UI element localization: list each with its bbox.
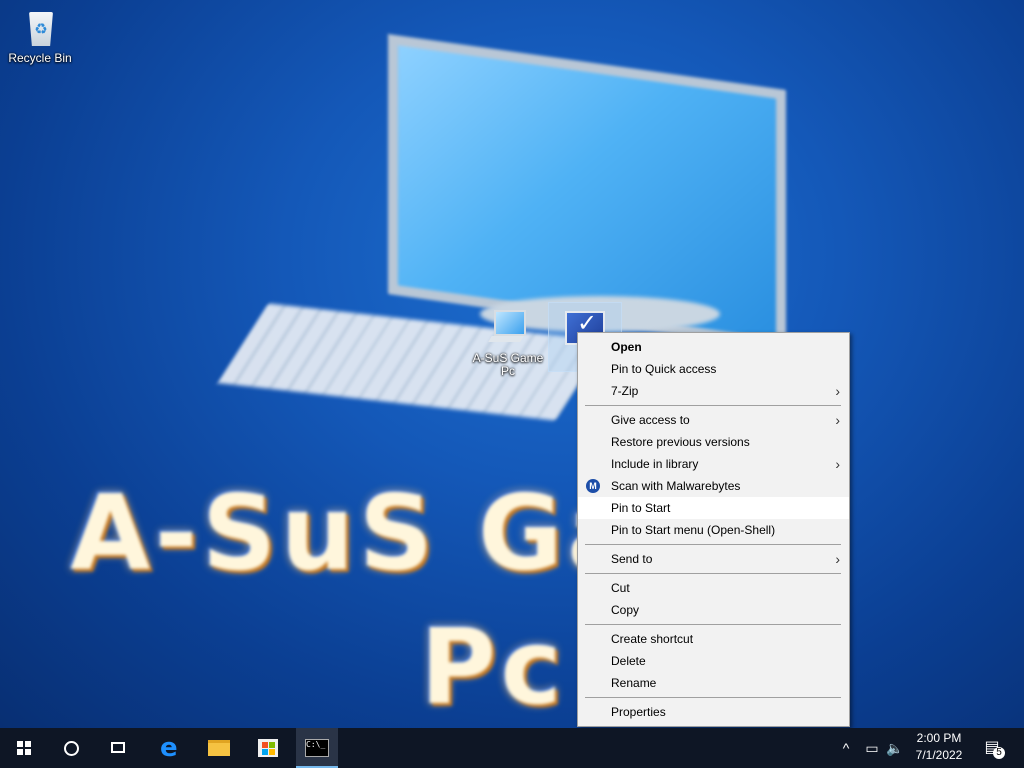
- clock-time: 2:00 PM: [916, 731, 962, 745]
- menu-item-rename[interactable]: Rename: [578, 672, 849, 694]
- edge-icon: e: [160, 733, 178, 763]
- menu-separator: [585, 573, 841, 574]
- menu-item-create-shortcut[interactable]: Create shortcut: [578, 628, 849, 650]
- menu-item-label: Restore previous versions: [611, 435, 750, 449]
- command-prompt-icon: C:\_: [305, 739, 329, 757]
- menu-item-scan-with-malwarebytes[interactable]: M Scan with Malwarebytes: [578, 475, 849, 497]
- volume-icon[interactable]: 🔈: [884, 728, 906, 768]
- menu-separator: [585, 624, 841, 625]
- desktop-icon-label: A-SuS Game Pc: [472, 351, 544, 378]
- menu-item-label: Scan with Malwarebytes: [611, 479, 741, 493]
- menu-item-label: Rename: [611, 676, 657, 690]
- menu-item-cut[interactable]: Cut: [578, 577, 849, 599]
- show-hidden-icons-chevron-icon[interactable]: ^: [836, 728, 856, 768]
- malwarebytes-icon: M: [586, 479, 600, 493]
- file-explorer-button[interactable]: [192, 728, 240, 768]
- command-prompt-button[interactable]: C:\_: [296, 728, 338, 768]
- menu-item-delete[interactable]: Delete: [578, 650, 849, 672]
- menu-item-label: Pin to Start menu (Open-Shell): [611, 523, 776, 537]
- network-icon[interactable]: ▭: [860, 728, 884, 768]
- desktop-icon-recycle-bin[interactable]: ♻ Recycle Bin: [2, 8, 78, 65]
- computer-icon: [488, 308, 528, 348]
- menu-item-label: Send to: [611, 552, 653, 566]
- menu-item-include-in-library[interactable]: Include in library ›: [578, 453, 849, 475]
- start-icon: [17, 741, 31, 755]
- search-icon: [64, 741, 79, 756]
- task-view-icon: [111, 742, 125, 753]
- submenu-arrow-icon: ›: [835, 383, 840, 399]
- menu-item-label: Pin to Start: [611, 501, 671, 515]
- submenu-arrow-icon: ›: [835, 412, 840, 428]
- notification-count-badge: 5: [993, 747, 1005, 759]
- menu-item-label: Create shortcut: [611, 632, 694, 646]
- menu-item-send-to[interactable]: Send to ›: [578, 548, 849, 570]
- desktop[interactable]: A-SuS Game Pc ♻ Recycle Bin A-SuS Game P…: [0, 0, 1024, 728]
- menu-item-label: Give access to: [611, 413, 690, 427]
- menu-item-label: Open: [611, 340, 642, 354]
- menu-item-label: Properties: [611, 705, 666, 719]
- recycle-bin-icon: ♻: [20, 8, 60, 48]
- search-button[interactable]: [48, 728, 96, 768]
- file-explorer-icon: [208, 740, 230, 756]
- clock-date: 7/1/2022: [915, 748, 963, 762]
- store-icon: [258, 739, 278, 757]
- system-clock[interactable]: 2:00 PM 7/1/2022: [906, 730, 972, 764]
- menu-item-label: Delete: [611, 654, 646, 668]
- menu-item-label: 7-Zip: [611, 384, 639, 398]
- desktop-icon-label: Recycle Bin: [8, 51, 72, 65]
- context-menu: Open Pin to Quick access 7-Zip › Give access…: [577, 332, 850, 727]
- menu-item-open[interactable]: Open: [578, 336, 849, 358]
- menu-item-pin-to-quick-access[interactable]: Pin to Quick access: [578, 358, 849, 380]
- edge-button[interactable]: e: [144, 728, 192, 768]
- menu-item-give-access-to[interactable]: Give access to ›: [578, 409, 849, 431]
- menu-separator: [585, 697, 841, 698]
- menu-item-copy[interactable]: Copy: [578, 599, 849, 621]
- menu-item-7-zip[interactable]: 7-Zip ›: [578, 380, 849, 402]
- menu-item-pin-to-start-menu-open-shell[interactable]: Pin to Start menu (Open-Shell): [578, 519, 849, 541]
- start-button[interactable]: [0, 728, 48, 768]
- task-view-button[interactable]: [96, 728, 144, 768]
- menu-item-pin-to-start[interactable]: Pin to Start: [578, 497, 849, 519]
- wallpaper-title-line2: Pc: [420, 606, 566, 728]
- menu-separator: [585, 544, 841, 545]
- menu-item-restore-previous-versions[interactable]: Restore previous versions: [578, 431, 849, 453]
- menu-item-label: Pin to Quick access: [611, 362, 717, 376]
- menu-item-properties[interactable]: Properties: [578, 701, 849, 723]
- menu-separator: [585, 405, 841, 406]
- submenu-arrow-icon: ›: [835, 551, 840, 567]
- desktop-icon-asus-game-pc[interactable]: A-SuS Game Pc: [470, 308, 546, 378]
- submenu-arrow-icon: ›: [835, 456, 840, 472]
- menu-item-label: Copy: [611, 603, 640, 617]
- menu-item-label: Cut: [611, 581, 630, 595]
- menu-item-label: Include in library: [611, 457, 699, 471]
- taskbar: e C:\_ ^ ▭ 🔈 2:00 PM 7/1/2022 ▤: [0, 728, 1024, 768]
- store-button[interactable]: [240, 728, 288, 768]
